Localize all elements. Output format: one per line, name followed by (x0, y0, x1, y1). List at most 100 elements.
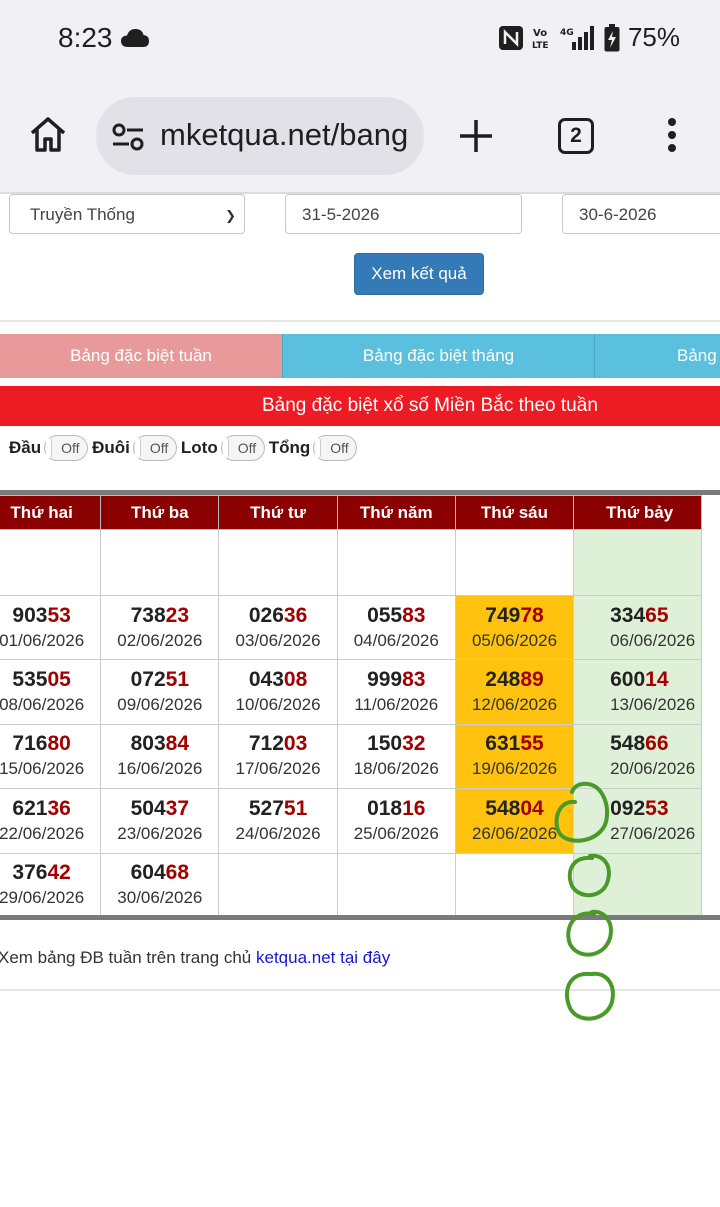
result-number: 99983 (338, 667, 455, 693)
result-number-head: 631 (485, 732, 521, 756)
result-number-tail: 23 (165, 603, 190, 627)
table-cell: 09253 27/06/2026 (573, 788, 702, 854)
table-cell (573, 852, 702, 918)
battery-charging-icon (604, 23, 620, 51)
footer-note: Xem bảng ĐB tuần trên trang chủ ketqua.n… (0, 948, 390, 968)
result-number: 04308 (219, 667, 336, 693)
result-number: 01816 (338, 796, 455, 822)
result-number: 15032 (338, 731, 455, 757)
address-bar[interactable]: mketqua.net/bang (96, 97, 424, 175)
result-number: 37642 (0, 860, 100, 886)
result-date: 18/06/2026 (353, 759, 439, 779)
result-date: 26/06/2026 (471, 823, 558, 843)
result-number-tail: 37 (165, 796, 190, 820)
result-number-tail: 16 (402, 796, 426, 820)
table-row: 53505 08/06/2026 07251 09/06/2026 04308 10/06… (0, 659, 702, 725)
date-to-field[interactable]: 30-6-2026 (562, 194, 720, 234)
result-number-head: 043 (248, 668, 284, 692)
date-from-field[interactable]: 31-5-2026 (285, 194, 522, 234)
result-date: 30/06/2026 (117, 888, 203, 908)
result-date: 08/06/2026 (0, 695, 85, 715)
region-select[interactable]: Truyền Thống ❯ (9, 194, 245, 234)
result-number-tail: 84 (165, 732, 190, 756)
tab-weekly-special[interactable]: Bảng đặc biệt tuần (0, 334, 282, 378)
table-cell: 60468 30/06/2026 (100, 852, 220, 918)
svg-text:LTE: LTE (532, 41, 549, 51)
result-number-head: 150 (367, 732, 403, 756)
new-tab-icon[interactable] (458, 118, 494, 154)
col-header-tuesday: Thứ ba (100, 495, 220, 530)
footer-link[interactable]: ketqua.net tại đây (256, 948, 390, 967)
table-cell: 15032 18/06/2026 (336, 723, 456, 790)
table-cell: 33465 06/06/2026 (573, 594, 702, 661)
table-row: 62136 22/06/2026 50437 23/06/2026 52751 24/06… (0, 788, 702, 854)
result-number: 05583 (338, 603, 455, 629)
svg-text:4G: 4G (560, 28, 574, 38)
col-header-saturday: Thứ bảy (573, 495, 702, 530)
page-content: Truyền Thống ❯ 31-5-2026 30-6-2026 Xem k… (0, 192, 720, 1207)
result-number-tail: 66 (645, 732, 669, 756)
svg-text:Vo: Vo (533, 28, 547, 39)
tab-switcher-button[interactable]: 2 (558, 118, 594, 154)
result-number-head: 903 (12, 603, 48, 627)
result-number-head: 334 (610, 603, 646, 627)
result-number: 02636 (219, 603, 336, 629)
tab-monthly-special[interactable]: Bảng đặc biệt tháng (282, 334, 594, 378)
table-cell: 01816 25/06/2026 (336, 788, 456, 854)
table-cell: 07251 09/06/2026 (100, 659, 220, 725)
overflow-menu-icon[interactable] (666, 118, 678, 154)
status-icons: Vo LTE 4G 75% (498, 22, 680, 53)
nfc-icon (498, 25, 523, 50)
toggle-duoi[interactable]: Off (132, 435, 177, 461)
tab-more[interactable]: Bảng (594, 334, 720, 378)
view-results-button[interactable]: Xem kết quả (354, 253, 484, 295)
result-number-tail: 04 (520, 796, 544, 820)
table-cell (100, 529, 220, 596)
table-row: 37642 29/06/2026 60468 30/06/2026 (0, 852, 702, 918)
4g-signal-icon: 4G (560, 25, 594, 50)
result-number-head: 548 (485, 796, 521, 820)
result-number-head: 072 (130, 668, 166, 692)
result-number-tail: 42 (47, 861, 71, 885)
table-cell: 05583 04/06/2026 (336, 594, 456, 661)
divider (0, 320, 720, 322)
result-date: 02/06/2026 (117, 630, 203, 650)
result-number: 90353 (0, 603, 100, 629)
table-cell: 80384 16/06/2026 (100, 723, 220, 790)
result-number-head: 803 (130, 732, 166, 756)
result-date: 19/06/2026 (471, 759, 558, 779)
site-settings-icon[interactable] (112, 123, 144, 151)
result-number: 80384 (101, 731, 218, 757)
result-number-head: 504 (130, 796, 166, 820)
table-cell (454, 852, 575, 918)
result-number-tail: 55 (520, 732, 544, 756)
result-number-tail: 83 (402, 668, 426, 692)
col-header-monday: Thứ hai (0, 495, 102, 530)
col-header-wednesday: Thứ tư (218, 495, 338, 530)
result-number: 52751 (219, 796, 336, 822)
result-number-head: 055 (367, 603, 403, 627)
toggle-dau[interactable]: Off (44, 435, 89, 461)
result-number-head: 604 (130, 861, 166, 885)
table-cell: 90353 01/06/2026 (0, 594, 102, 661)
table-cell: 24889 12/06/2026 (454, 659, 575, 725)
result-number-head: 999 (367, 668, 403, 692)
toggle-loto[interactable]: Off (220, 435, 265, 461)
result-number-tail: 51 (165, 668, 190, 692)
table-cell: 04308 10/06/2026 (218, 659, 338, 725)
table-cell: 54804 26/06/2026 (454, 788, 575, 854)
result-number-head: 248 (485, 668, 521, 692)
result-number-tail: 65 (645, 603, 669, 627)
col-header-friday: Thứ sáu (454, 495, 575, 530)
battery-percent: 75% (627, 22, 680, 52)
toggle-label-dau: Đầu (9, 438, 42, 457)
toggle-tong[interactable]: Off (313, 435, 358, 461)
result-number-tail: 78 (520, 603, 544, 627)
result-date: 20/06/2026 (610, 759, 696, 779)
result-date: 11/06/2026 (354, 695, 439, 715)
result-number-tail: 51 (283, 796, 308, 820)
home-icon[interactable] (28, 114, 68, 154)
result-number-tail: 68 (165, 861, 190, 885)
result-number: 71203 (219, 731, 336, 757)
results-table: Thứ hai Thứ ba Thứ tư Thứ năm Thứ sáu Th… (0, 495, 702, 918)
